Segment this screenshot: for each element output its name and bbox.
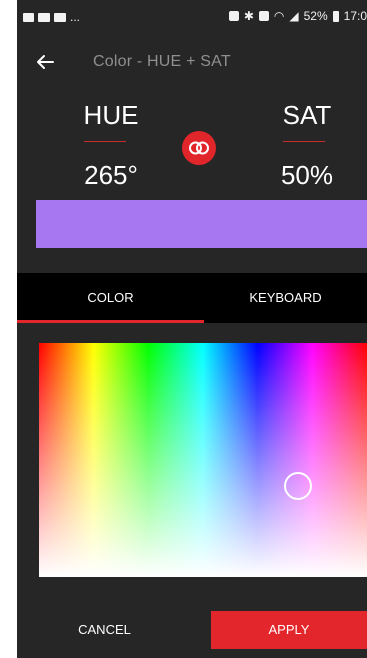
vibrate-icon <box>258 11 269 21</box>
wifi-icon: ◠ <box>273 9 285 23</box>
hue-value[interactable]: 265° <box>61 160 161 191</box>
signal-icon: ◢ <box>289 9 299 23</box>
status-right-icons: ✱ ◠ ◢ 52% 17:0 <box>228 9 367 23</box>
status-bar: ... ✱ ◠ ◢ 52% 17:0 <box>17 0 367 34</box>
link-toggle-button[interactable] <box>182 131 216 165</box>
linked-rings-icon <box>189 141 209 155</box>
message-icon <box>38 12 50 22</box>
battery-icon <box>332 10 339 22</box>
apply-button[interactable]: APPLY <box>211 611 367 649</box>
mail-icon <box>54 12 66 22</box>
status-left-icons: ... <box>23 10 80 24</box>
page-title: Color - HUE + SAT <box>93 53 231 70</box>
alarm-icon <box>228 11 239 21</box>
picker-handle[interactable] <box>284 472 312 500</box>
app-bar: Color - HUE + SAT <box>17 40 367 84</box>
hue-saturation-picker[interactable] <box>39 343 367 577</box>
cancel-button[interactable]: CANCEL <box>17 611 192 649</box>
phone-frame: ... ✱ ◠ ◢ 52% 17:0 Color - HUE + SAT HUE… <box>0 0 367 658</box>
bluetooth-icon: ✱ <box>243 9 254 23</box>
image-icon <box>23 12 34 22</box>
tab-bar: COLOR KEYBOARD <box>17 273 367 323</box>
color-preview-swatch <box>36 200 367 248</box>
hue-underline <box>84 141 126 142</box>
tab-keyboard[interactable]: KEYBOARD <box>204 273 367 323</box>
sat-label: SAT <box>282 100 332 130</box>
tab-selected-indicator <box>17 320 204 323</box>
saturation-gradient <box>39 343 367 577</box>
clock: 17:0 <box>343 9 367 23</box>
sat-value[interactable]: 50% <box>262 160 352 191</box>
sat-underline <box>283 141 325 142</box>
hue-label: HUE <box>83 100 139 130</box>
back-arrow-icon[interactable] <box>33 50 57 74</box>
app-screen: ... ✱ ◠ ◢ 52% 17:0 Color - HUE + SAT HUE… <box>17 0 367 658</box>
battery-percent: 52% <box>303 9 328 23</box>
tab-color[interactable]: COLOR <box>17 273 204 323</box>
status-ellipsis: ... <box>70 10 81 24</box>
